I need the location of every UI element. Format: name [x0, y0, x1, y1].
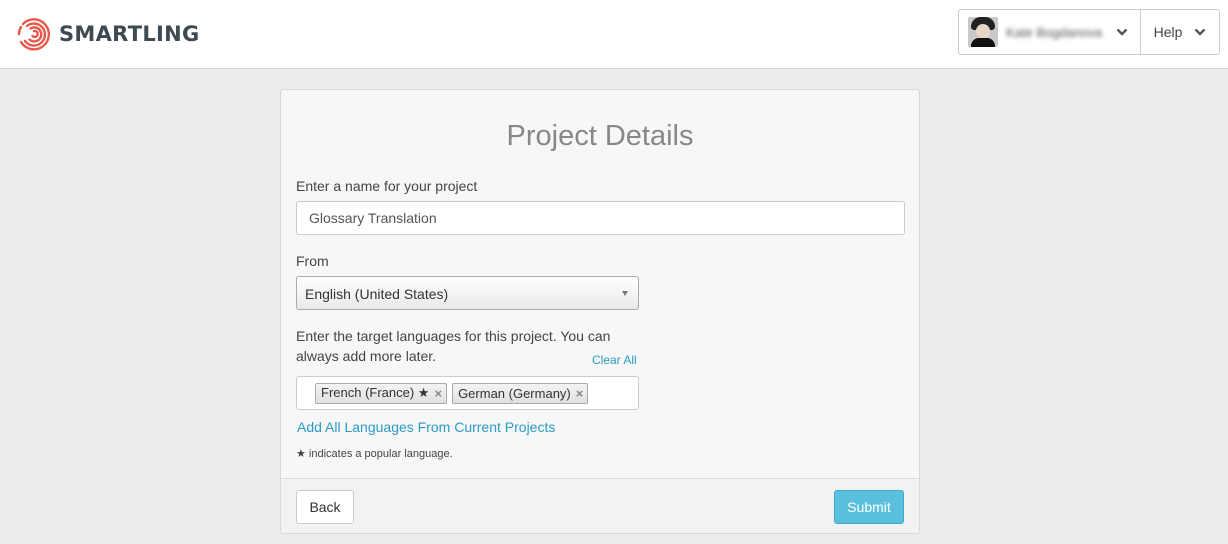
user-name: Kate Bogdanova [1006, 24, 1103, 40]
card-footer: Back Submit [281, 478, 919, 533]
chevron-down-icon [1195, 28, 1206, 36]
project-details-card: Project Details Enter a name for your pr… [280, 89, 920, 534]
smartling-logo[interactable]: SMARTLING [17, 16, 200, 52]
project-name-label: Enter a name for your project [296, 178, 478, 194]
submit-button[interactable]: Submit [834, 490, 904, 524]
clear-all-link[interactable]: Clear All [592, 353, 637, 367]
help-label: Help [1153, 24, 1183, 40]
source-language-select[interactable]: English (United States) [296, 276, 639, 310]
language-tag-french: French (France) ★ × [315, 382, 448, 404]
language-tag-label: French (France) ★ [321, 385, 430, 400]
chevron-down-icon [1116, 28, 1128, 36]
top-header: SMARTLING Kate Bogdanova Help [0, 0, 1228, 69]
language-tag-label: German (Germany) [458, 385, 571, 401]
back-button[interactable]: Back [296, 490, 354, 524]
logo-text: SMARTLING [59, 22, 200, 46]
from-label: From [296, 253, 329, 269]
add-all-languages-link[interactable]: Add All Languages From Current Projects [297, 419, 555, 435]
project-name-input[interactable] [296, 201, 905, 235]
dropdown-caret-icon [622, 291, 628, 296]
help-menu-button[interactable]: Help [1141, 10, 1219, 54]
target-languages-label: Enter the target languages for this proj… [296, 328, 611, 364]
avatar [968, 17, 998, 47]
popular-language-note: ★ indicates a popular language. [296, 448, 453, 460]
user-menu-button[interactable]: Kate Bogdanova [959, 10, 1141, 54]
fingerprint-logo-icon [17, 18, 51, 51]
target-languages-input[interactable]: French (France) ★ × German (Germany) × [296, 376, 639, 410]
page-title: Project Details [506, 120, 694, 152]
source-language-value: English (United States) [305, 286, 449, 302]
remove-tag-icon[interactable]: × [576, 386, 584, 401]
language-tag-german: German (Germany) × [452, 382, 589, 404]
account-controls: Kate Bogdanova Help [958, 9, 1220, 55]
remove-tag-icon[interactable]: × [434, 386, 442, 401]
